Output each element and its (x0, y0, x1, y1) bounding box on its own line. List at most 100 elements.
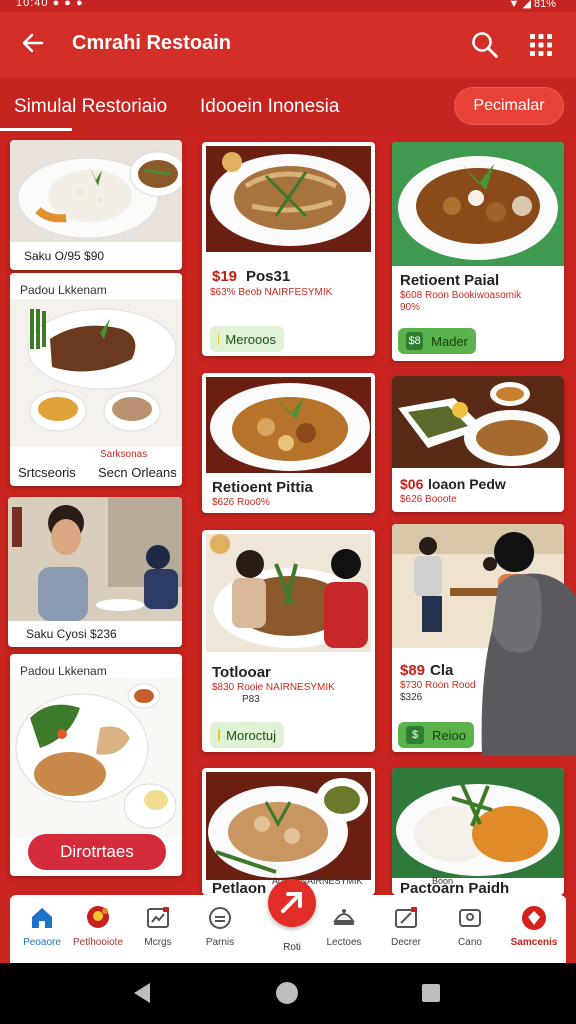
map-pin-icon (87, 906, 109, 928)
nav-home[interactable]: Peoaore (12, 905, 72, 961)
nav-cano[interactable]: Cano (440, 905, 500, 961)
card-caption: Saku Cyosi $236 (26, 627, 117, 641)
chef-icon (209, 907, 231, 929)
food-card[interactable]: Saku Cyosi $236 (8, 497, 182, 647)
lemon-icon (218, 729, 221, 741)
app-bar: Cmrahi Restoain (0, 12, 576, 78)
search-icon[interactable] (470, 30, 500, 60)
card-header: Padou Lkkenam (20, 664, 107, 678)
food-card[interactable]: Pactoarn Paidh Boon (392, 768, 564, 895)
lemon-icon (218, 333, 220, 345)
person-photo-overlay (474, 526, 576, 756)
item-subtitle-2: 90% (400, 302, 421, 313)
item-subtitle: $830 Rooie NAIRNESYMIK (212, 682, 335, 693)
item-name: Pos31 (246, 268, 291, 285)
discount-icon (395, 907, 417, 928)
food-card[interactable]: Padou Lkkenam Dirotrtaes (10, 654, 182, 876)
food-card[interactable]: $06 loaon Pedw $626 Booote (392, 376, 564, 512)
tab-idooein-inonesia[interactable]: Idooein Inonesia (200, 96, 339, 118)
promo-button[interactable]: Pecimalar (454, 87, 564, 125)
food-photo (10, 678, 182, 838)
card-caption: Saku O/95 $90 (24, 249, 105, 263)
recents-icon[interactable] (422, 984, 440, 1002)
item-subtitle: $626 Booote (400, 494, 457, 505)
nav-label: Samcenis (510, 937, 558, 948)
item-price: $89 (400, 662, 426, 679)
item-subtitle: $626 Roo0% (212, 497, 270, 508)
nav-lectoes[interactable]: Lectoes (314, 905, 374, 961)
fab-label: Roti (283, 942, 301, 953)
tag-pill[interactable]: $ Reioo (398, 722, 474, 748)
back-icon[interactable] (134, 983, 150, 1003)
back-arrow-icon[interactable] (20, 30, 46, 60)
nav-label: Mcrgs (144, 937, 172, 948)
home-circle-icon[interactable] (276, 982, 298, 1004)
food-photo (206, 377, 371, 473)
item-name: Cla (430, 662, 454, 679)
status-bar: 10:40 ● ● ● ▼ ◢ 81% (0, 0, 576, 12)
tag-label: Merooos (225, 331, 276, 347)
nav-label: Lectoes (326, 937, 362, 948)
price-badge-icon: $ (406, 726, 424, 744)
food-card[interactable]: $19 Pos31 $63% Beob NAIRFESYMIK Merooos (202, 142, 375, 356)
item-price: $19 (212, 268, 238, 285)
active-tab-indicator (0, 128, 72, 131)
arrow-icon (281, 892, 302, 913)
tab-simulal-restoriaio[interactable]: Simulal Restoriaio (14, 96, 167, 118)
nav-restaurants[interactable]: Petlhooiote (68, 905, 128, 961)
dish-icon (333, 909, 355, 925)
nav-label: Cano (458, 937, 482, 948)
order-fab-button[interactable] (268, 879, 316, 927)
directions-button[interactable]: Dirotrtaes (28, 834, 166, 870)
food-photo (10, 140, 182, 242)
item-subtitle: $63% Beob NAIRFESYMIK (210, 287, 333, 298)
nav-messages[interactable]: Mcrgs (128, 905, 188, 961)
item-title: Petlaon (212, 880, 267, 895)
system-navigation-bar (0, 963, 576, 1024)
home-icon (32, 908, 52, 928)
card-label-left: Srtcseoris (18, 465, 76, 480)
nav-label: Decrer (390, 937, 421, 948)
food-card[interactable]: Saku O/95 $90 (10, 140, 182, 270)
item-name: loaon Pedw (428, 476, 506, 492)
tag-pill[interactable]: Merooos (210, 326, 284, 352)
restaurant-photo (8, 497, 182, 621)
tag-pill[interactable]: Moroctuj (210, 722, 284, 748)
tag-label: Reioo (432, 727, 466, 743)
nav-label: Peoaore (23, 937, 61, 948)
apps-grid-icon[interactable] (528, 32, 554, 58)
nav-parnis[interactable]: Parnis (190, 905, 250, 961)
item-title: Retioent Pittia (212, 479, 313, 496)
card-header: Padou Lkkenam (20, 283, 107, 297)
item-title: Retioent Paial (400, 272, 500, 289)
food-card[interactable]: Retioent Paial $608 Roon Bookiwoasomik 9… (392, 142, 564, 361)
food-photo (392, 142, 564, 266)
tab-bar: Simulal Restoriaio Idooein Inonesia Peci… (0, 78, 576, 134)
item-subtitle: $730 Roon Rood (400, 680, 476, 691)
tag-label: Mader (431, 333, 468, 349)
item-subtitle-2: $326 (400, 692, 423, 703)
food-card[interactable]: Retioent Pittia $626 Roo0% (202, 373, 375, 513)
tag-label: Moroctuj (226, 727, 276, 743)
nav-decrer[interactable]: Decrer (376, 905, 436, 961)
card-label-top: Sarksonas (100, 449, 148, 460)
message-icon (147, 907, 169, 928)
food-card[interactable]: Padou Lkkenam Sarksonas Srtcseoris Secn … (10, 273, 182, 486)
nav-samcenis[interactable]: Samcenis (504, 905, 564, 961)
settings-badge-icon (522, 906, 546, 930)
item-price: $06 (400, 476, 424, 492)
food-photo (392, 376, 564, 468)
price-badge-icon: $8 (406, 332, 424, 350)
item-title: Totlooar (212, 664, 271, 681)
nav-label: Parnis (205, 937, 235, 948)
food-card[interactable]: Totlooar $830 Rooie NAIRNESYMIK P83 Moro… (202, 530, 375, 752)
food-card[interactable]: Petlaon Aoeorl NAIRNESYMIK (202, 768, 375, 895)
status-time: 10:40 ● ● ● (16, 0, 84, 9)
food-photo (206, 772, 371, 880)
status-icons: ▼ ◢ 81% (508, 0, 556, 10)
app-title: Cmrahi Restoain (72, 32, 231, 54)
item-title: Pactoarn Paidh (400, 880, 510, 895)
card-label-right: Secn Orleans (98, 465, 177, 480)
tag-pill[interactable]: $8 Mader (398, 328, 476, 354)
food-photo (392, 768, 564, 878)
